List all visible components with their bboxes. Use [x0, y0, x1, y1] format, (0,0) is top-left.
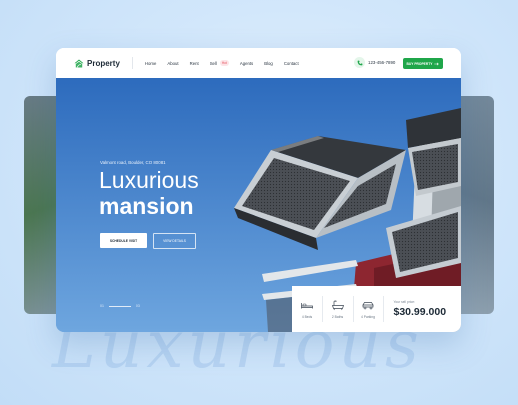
nav-link-contact[interactable]: Contact	[284, 61, 299, 66]
house-leaf-icon	[74, 59, 84, 68]
hero-section: Valmont road, Boulder, CO 80081 Luxuriou…	[56, 78, 461, 332]
website-preview-window: Property Home About Rent Sell Hot Agents…	[56, 48, 461, 332]
price-value: $30.99.000	[393, 306, 447, 318]
car-icon	[362, 301, 374, 309]
buy-property-button[interactable]: BUY PROPERTY	[403, 58, 443, 69]
hero-title-line2: mansion	[99, 193, 194, 219]
top-navbar: Property Home About Rent Sell Hot Agents…	[56, 48, 461, 78]
slide-progress-line	[108, 305, 131, 307]
feature-baths: 2 Baths	[323, 300, 353, 319]
schedule-visit-button[interactable]: SCHEDULE VISIT	[100, 233, 147, 248]
nav-divider	[131, 57, 133, 69]
property-address: Valmont road, Boulder, CO 80081	[100, 160, 166, 165]
slide-indicator[interactable]: 01 03	[100, 304, 140, 308]
feature-beds: 4 Beds	[292, 300, 322, 319]
logo[interactable]: Property	[74, 59, 120, 68]
arrow-right-icon	[434, 62, 440, 65]
nav-menu: Home About Rent Sell Hot Agents Blog Con…	[145, 60, 310, 66]
feature-beds-label: 4 Beds	[301, 314, 313, 319]
logo-text: Property	[87, 58, 120, 68]
slide-total: 03	[135, 304, 140, 308]
nav-link-rent[interactable]: Rent	[190, 61, 199, 66]
hot-badge: Hot	[219, 60, 229, 66]
bath-icon	[331, 300, 344, 310]
view-details-button[interactable]: VIEW DETAILS	[153, 233, 196, 249]
price-label: Your sell price:	[393, 300, 416, 304]
property-stats-card: 4 Beds 2 Baths 4 Parking Your sell price…	[292, 286, 461, 332]
feature-divider	[383, 296, 384, 322]
phone-contact[interactable]: 123-456-7890	[354, 57, 395, 68]
nav-link-about[interactable]: About	[167, 61, 178, 66]
nav-link-agents[interactable]: Agents	[240, 61, 253, 66]
bed-icon	[301, 302, 313, 308]
price-block: Your sell price: $30.99.000	[394, 300, 447, 318]
phone-number: 123-456-7890	[368, 60, 396, 65]
phone-icon	[354, 57, 365, 68]
slide-current: 01	[100, 304, 104, 308]
nav-link-blog[interactable]: Blog	[264, 61, 273, 66]
feature-baths-label: 2 Baths	[331, 314, 344, 319]
nav-link-home[interactable]: Home	[145, 61, 156, 66]
hero-title-line1: Luxurious	[99, 167, 199, 193]
feature-parking: 4 Parking	[353, 300, 383, 319]
buy-property-label: BUY PROPERTY	[406, 61, 433, 66]
nav-link-sell[interactable]: Sell Hot	[210, 60, 229, 66]
nav-link-sell-label: Sell	[209, 60, 217, 66]
feature-parking-label: 4 Parking	[361, 314, 375, 319]
